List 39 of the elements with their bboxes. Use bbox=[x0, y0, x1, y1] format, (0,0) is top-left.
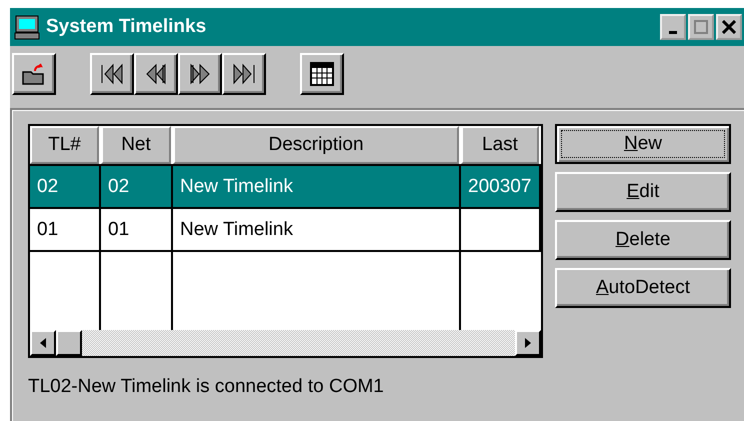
toolbar-button[interactable] bbox=[300, 53, 344, 95]
minimize-icon bbox=[669, 30, 677, 34]
toolbar-button[interactable] bbox=[90, 53, 134, 95]
toolbar-button[interactable] bbox=[222, 53, 266, 95]
table-row[interactable]: 01 01 New Timelink bbox=[30, 209, 541, 252]
action-button[interactable]: New bbox=[555, 124, 731, 164]
first-record-icon bbox=[99, 63, 125, 85]
toolbar-button[interactable] bbox=[134, 53, 178, 95]
table-cell: 02 bbox=[108, 176, 130, 198]
table-cell: 01 bbox=[108, 218, 130, 240]
toolbar-button[interactable] bbox=[12, 53, 56, 95]
close-icon bbox=[722, 20, 736, 34]
window-title: System Timelinks bbox=[46, 16, 208, 38]
table-cell: 01 bbox=[37, 218, 58, 240]
right-arrow-icon bbox=[525, 338, 531, 348]
left-arrow-icon bbox=[40, 338, 46, 348]
horizontal-scrollbar[interactable] bbox=[30, 330, 541, 356]
open-folder-icon bbox=[21, 62, 47, 86]
maximize-icon bbox=[694, 20, 708, 34]
action-button[interactable]: Delete bbox=[555, 220, 731, 260]
table-cell: 02 bbox=[37, 176, 58, 198]
column-header[interactable]: Last bbox=[461, 126, 539, 164]
action-button[interactable]: Edit bbox=[555, 172, 731, 212]
action-button[interactable]: AutoDetect bbox=[555, 268, 731, 308]
column-header[interactable]: Net bbox=[101, 126, 171, 164]
last-record-icon bbox=[231, 63, 257, 85]
close-button[interactable] bbox=[716, 14, 742, 40]
table-cell: New Timelink bbox=[180, 176, 293, 198]
scroll-thumb[interactable] bbox=[56, 330, 82, 356]
table-cell: 200307 bbox=[468, 176, 532, 198]
table-cell: New Timelink bbox=[180, 218, 293, 240]
column-header[interactable]: Description bbox=[173, 126, 459, 164]
table-row[interactable]: 02 02 New Timelink 200307 bbox=[30, 166, 541, 209]
table-icon bbox=[310, 62, 334, 86]
computer-icon bbox=[14, 14, 40, 40]
status-text: TL02-New Timelink is connected to COM1 bbox=[28, 376, 385, 398]
column-header[interactable]: TL# bbox=[30, 126, 99, 164]
toolbar-button[interactable] bbox=[178, 53, 222, 95]
minimize-button[interactable] bbox=[660, 14, 686, 40]
